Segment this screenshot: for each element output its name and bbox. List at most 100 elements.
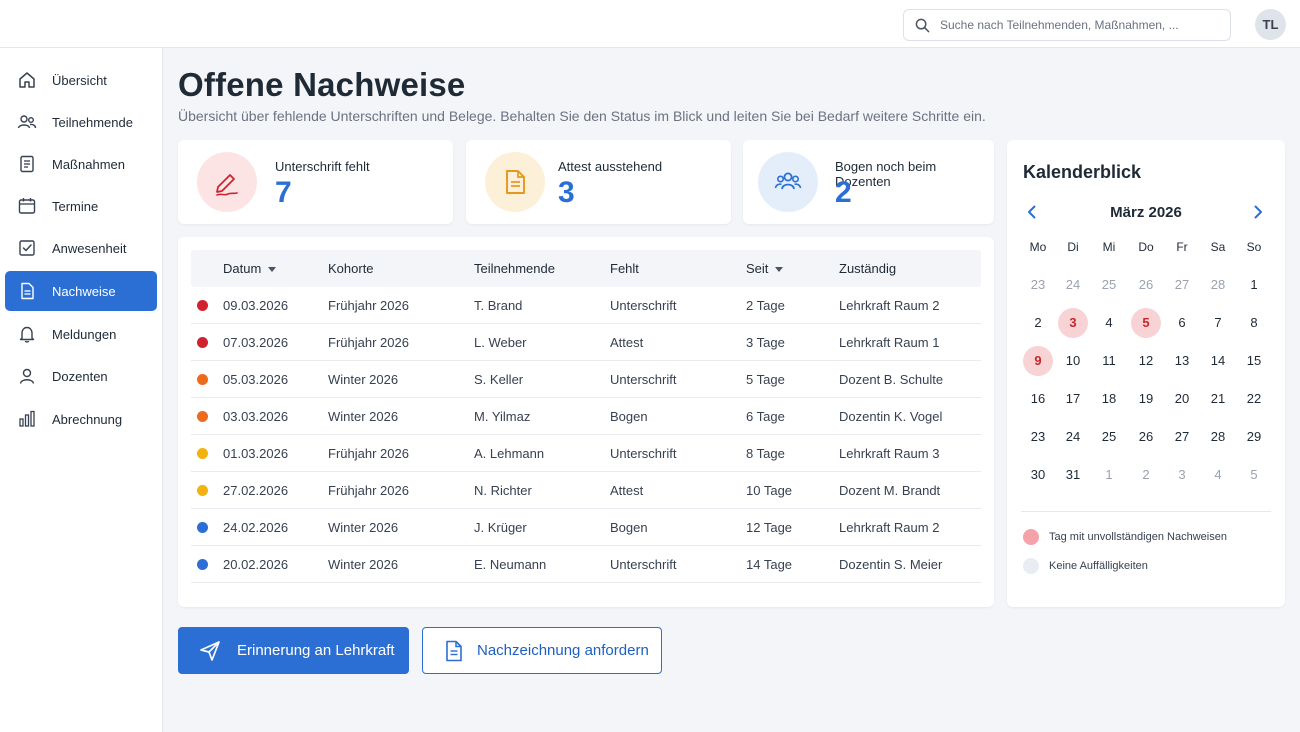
sidebar-item-dozenten[interactable]: Dozenten: [5, 356, 157, 396]
legend-item-incomplete: Tag mit unvollständigen Nachweisen: [1023, 529, 1227, 545]
calendar-day[interactable]: 10: [1055, 342, 1091, 380]
sidebar-item-uebersicht[interactable]: Übersicht: [5, 60, 157, 100]
day-number: 20: [1174, 391, 1190, 406]
table-row[interactable]: 05.03.2026 Winter 2026 S. Keller Untersc…: [191, 361, 981, 398]
cell-kohorte: Winter 2026: [328, 372, 399, 387]
calendar-day[interactable]: 30: [1020, 456, 1056, 494]
calendar-day[interactable]: 26: [1128, 418, 1164, 456]
calendar-day[interactable]: 24: [1055, 266, 1091, 304]
legend-label: Tag mit unvollständigen Nachweisen: [1049, 531, 1227, 543]
cell-teilnehmende: T. Brand: [474, 298, 523, 313]
stat-card-unterschrift[interactable]: Unterschrift fehlt 7: [178, 140, 453, 224]
table-row[interactable]: 01.03.2026 Frühjahr 2026 A. Lehmann Unte…: [191, 435, 981, 472]
calendar-day-flagged[interactable]: 9: [1020, 342, 1056, 380]
calendar-day[interactable]: 22: [1236, 380, 1272, 418]
calendar-day[interactable]: 29: [1236, 418, 1272, 456]
calendar-day[interactable]: 3: [1164, 456, 1200, 494]
cell-seit: 3 Tage: [746, 335, 785, 350]
calendar-day[interactable]: 2: [1128, 456, 1164, 494]
request-signature-button[interactable]: Nachzeichnung anfordern: [422, 627, 662, 674]
calendar-day-flagged[interactable]: 3: [1055, 304, 1091, 342]
table-row[interactable]: 20.02.2026 Winter 2026 E. Neumann Unters…: [191, 546, 981, 583]
stat-card-attest[interactable]: Attest ausstehend 3: [466, 140, 731, 224]
column-header-kohorte[interactable]: Kohorte: [328, 250, 374, 287]
day-number: 15: [1246, 353, 1262, 368]
table-row[interactable]: 07.03.2026 Frühjahr 2026 L. Weber Attest…: [191, 324, 981, 361]
calendar-day[interactable]: 4: [1091, 304, 1127, 342]
calendar-day[interactable]: 17: [1055, 380, 1091, 418]
cell-teilnehmende: S. Keller: [474, 372, 524, 387]
cell-zustaendig: Lehrkraft Raum 2: [839, 520, 940, 535]
calendar-day[interactable]: 31: [1055, 456, 1091, 494]
calendar-day[interactable]: 23: [1020, 418, 1056, 456]
cell-zustaendig: Lehrkraft Raum 1: [839, 335, 940, 350]
stat-label: Bogen noch beim Dozenten: [835, 159, 937, 189]
calendar-day[interactable]: 15: [1236, 342, 1272, 380]
avatar[interactable]: TL: [1255, 9, 1286, 40]
stat-label: Attest ausstehend: [558, 159, 663, 174]
search-input[interactable]: [940, 18, 1210, 32]
cell-zustaendig: Dozent M. Brandt: [839, 483, 941, 498]
cell-datum: 07.03.2026: [223, 335, 289, 350]
calendar-day[interactable]: 19: [1128, 380, 1164, 418]
calendar-day[interactable]: 8: [1236, 304, 1272, 342]
calendar-day[interactable]: 18: [1091, 380, 1127, 418]
legend-item-ok: Keine Auffälligkeiten: [1023, 558, 1148, 574]
calendar-day[interactable]: 16: [1020, 380, 1056, 418]
day-number: 16: [1030, 391, 1046, 406]
column-header-fehlt[interactable]: Fehlt: [610, 250, 639, 287]
calendar-day[interactable]: 27: [1164, 418, 1200, 456]
column-header-teilnehmende[interactable]: Teilnehmende: [474, 250, 555, 287]
calendar-day[interactable]: 28: [1200, 418, 1236, 456]
calendar-day[interactable]: 6: [1164, 304, 1200, 342]
search-box[interactable]: [903, 9, 1231, 41]
remind-teacher-button[interactable]: Erinnerung an Lehrkraft: [178, 627, 409, 674]
sidebar-item-massnahmen[interactable]: Maßnahmen: [5, 144, 157, 184]
legend-swatch: [1023, 529, 1039, 545]
table-row[interactable]: 27.02.2026 Frühjahr 2026 N. Richter Atte…: [191, 472, 981, 509]
calendar-day[interactable]: 20: [1164, 380, 1200, 418]
calendar-day[interactable]: 24: [1055, 418, 1091, 456]
sidebar-item-nachweise[interactable]: Nachweise: [5, 271, 157, 311]
calendar-day[interactable]: 1: [1091, 456, 1127, 494]
calendar-day[interactable]: 12: [1128, 342, 1164, 380]
calendar-day[interactable]: 28: [1200, 266, 1236, 304]
chevron-left-icon[interactable]: [1024, 204, 1040, 220]
status-dot: [197, 300, 208, 311]
calendar-day[interactable]: 21: [1200, 380, 1236, 418]
table-row[interactable]: 24.02.2026 Winter 2026 J. Krüger Bogen 1…: [191, 509, 981, 546]
sidebar-item-label: Anwesenheit: [52, 240, 127, 256]
column-header-zustaendig[interactable]: Zuständig: [839, 250, 896, 287]
cell-seit: 14 Tage: [746, 557, 793, 572]
sidebar-item-meldungen[interactable]: Meldungen: [5, 314, 157, 354]
calendar-day[interactable]: 7: [1200, 304, 1236, 342]
calendar-day[interactable]: 2: [1020, 304, 1056, 342]
column-header-datum[interactable]: Datum: [223, 250, 277, 287]
table-row[interactable]: 03.03.2026 Winter 2026 M. Yilmaz Bogen 6…: [191, 398, 981, 435]
table-row[interactable]: 09.03.2026 Frühjahr 2026 T. Brand Unters…: [191, 287, 981, 324]
stat-card-bogen[interactable]: Bogen noch beim Dozenten 2: [743, 140, 994, 224]
chevron-right-icon[interactable]: [1250, 204, 1266, 220]
sidebar-item-abrechnung[interactable]: Abrechnung: [5, 399, 157, 439]
calendar-day[interactable]: 1: [1236, 266, 1272, 304]
column-header-seit[interactable]: Seit: [746, 250, 784, 287]
calendar-day[interactable]: 13: [1164, 342, 1200, 380]
sidebar-item-anwesenheit[interactable]: Anwesenheit: [5, 228, 157, 268]
calendar-day[interactable]: 23: [1020, 266, 1056, 304]
cell-teilnehmende: L. Weber: [474, 335, 527, 350]
calendar-day[interactable]: 5: [1236, 456, 1272, 494]
bar-chart-icon: [17, 409, 37, 429]
calendar-day[interactable]: 25: [1091, 266, 1127, 304]
sidebar-item-termine[interactable]: Termine: [5, 186, 157, 226]
calendar-day[interactable]: 25: [1091, 418, 1127, 456]
calendar-day[interactable]: 26: [1128, 266, 1164, 304]
cell-fehlt: Attest: [610, 335, 644, 350]
calendar-day[interactable]: 11: [1091, 342, 1127, 380]
user-icon: [17, 366, 37, 386]
cell-fehlt: Unterschrift: [610, 372, 677, 387]
calendar-day[interactable]: 27: [1164, 266, 1200, 304]
sidebar-item-teilnehmende[interactable]: Teilnehmende: [5, 102, 157, 142]
calendar-day[interactable]: 14: [1200, 342, 1236, 380]
calendar-day[interactable]: 4: [1200, 456, 1236, 494]
calendar-day-flagged[interactable]: 5: [1128, 304, 1164, 342]
